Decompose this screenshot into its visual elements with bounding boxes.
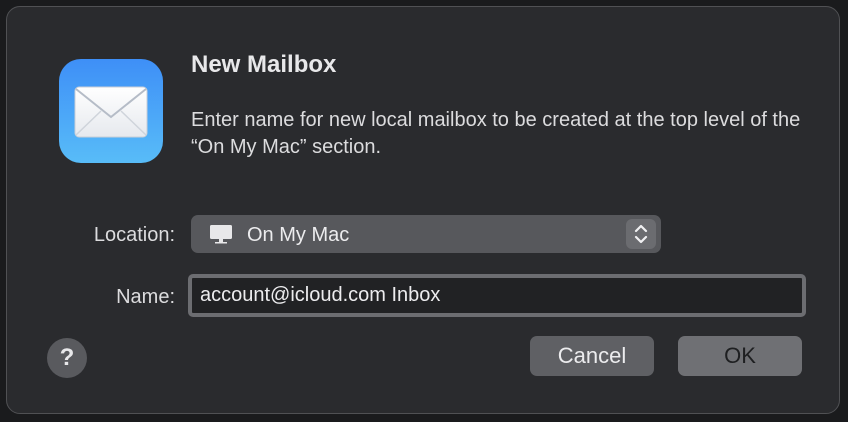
monitor-icon xyxy=(210,225,232,244)
dialog-title: New Mailbox xyxy=(191,51,337,78)
dialog-description: Enter name for new local mailbox to be c… xyxy=(191,109,801,158)
help-button[interactable]: ? xyxy=(47,338,87,378)
chevron-up-down-icon xyxy=(634,224,648,244)
new-mailbox-dialog: New Mailbox Enter name for new local mai… xyxy=(6,6,840,414)
location-label: Location: xyxy=(93,224,175,246)
cancel-button[interactable]: Cancel xyxy=(530,336,654,376)
location-selected-value: On My Mac xyxy=(247,224,350,246)
select-stepper-icon[interactable] xyxy=(626,219,656,249)
ok-button[interactable]: OK xyxy=(678,336,802,376)
envelope-icon xyxy=(74,86,148,138)
location-select[interactable]: On My Mac xyxy=(191,215,661,253)
mail-app-icon xyxy=(59,59,163,163)
name-label: Name: xyxy=(116,286,175,308)
mailbox-name-input[interactable] xyxy=(188,274,806,317)
